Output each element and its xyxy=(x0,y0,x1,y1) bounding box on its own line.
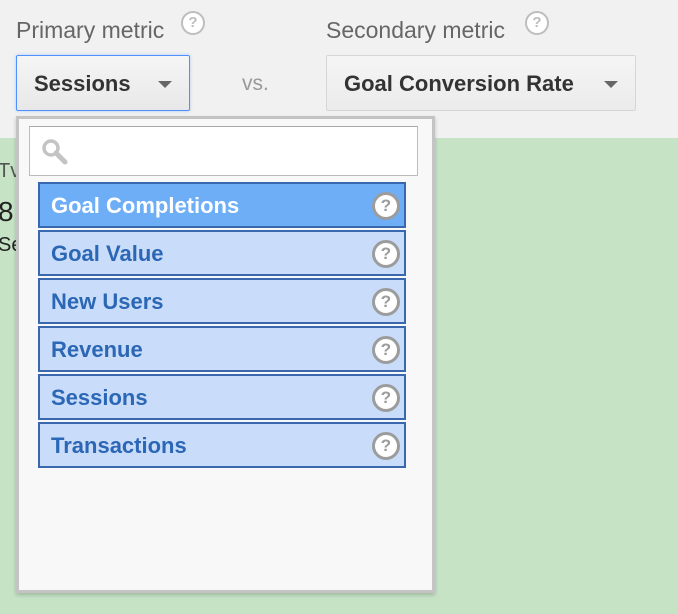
help-icon[interactable]: ? xyxy=(372,192,400,220)
help-icon[interactable]: ? xyxy=(372,432,400,460)
help-glyph: ? xyxy=(532,14,542,31)
option-label: Sessions xyxy=(51,385,148,410)
chevron-down-icon xyxy=(158,81,172,88)
primary-metric-dropdown: Goal Completions ? Goal Value ? New User… xyxy=(16,116,435,593)
secondary-metric-label: Secondary metric xyxy=(326,17,505,43)
metric-option-transactions[interactable]: Transactions ? xyxy=(38,422,406,468)
option-label: Goal Value xyxy=(51,241,164,266)
primary-metric-select[interactable]: Sessions xyxy=(16,55,190,111)
metric-search-input[interactable] xyxy=(78,131,412,173)
help-glyph: ? xyxy=(380,388,392,407)
metric-option-goal-completions[interactable]: Goal Completions ? xyxy=(38,182,406,228)
help-glyph: ? xyxy=(380,436,392,455)
option-label: New Users xyxy=(51,289,164,314)
option-label: Transactions xyxy=(51,433,187,458)
secondary-metric-help-icon[interactable]: ? xyxy=(525,11,549,35)
option-label: Revenue xyxy=(51,337,143,362)
vs-label: vs. xyxy=(242,72,269,95)
metric-option-new-users[interactable]: New Users ? xyxy=(38,278,406,324)
metric-option-sessions[interactable]: Sessions ? xyxy=(38,374,406,420)
primary-metric-help-icon[interactable]: ? xyxy=(181,11,205,35)
metric-option-revenue[interactable]: Revenue ? xyxy=(38,326,406,372)
search-icon xyxy=(42,139,68,165)
help-glyph: ? xyxy=(380,292,392,311)
primary-metric-value: Sessions xyxy=(34,71,131,96)
metric-option-goal-value[interactable]: Goal Value ? xyxy=(38,230,406,276)
help-glyph: ? xyxy=(380,196,392,215)
help-icon[interactable]: ? xyxy=(372,336,400,364)
help-icon[interactable]: ? xyxy=(372,384,400,412)
secondary-metric-value: Goal Conversion Rate xyxy=(344,71,574,96)
help-icon[interactable]: ? xyxy=(372,240,400,268)
help-glyph: ? xyxy=(380,340,392,359)
help-glyph: ? xyxy=(380,244,392,263)
help-icon[interactable]: ? xyxy=(372,288,400,316)
chevron-down-icon xyxy=(604,81,618,88)
metric-search-box[interactable] xyxy=(29,126,418,176)
option-label: Goal Completions xyxy=(51,193,240,218)
help-glyph: ? xyxy=(188,14,198,31)
secondary-metric-select[interactable]: Goal Conversion Rate xyxy=(326,55,636,111)
primary-metric-label: Primary metric xyxy=(16,17,165,43)
